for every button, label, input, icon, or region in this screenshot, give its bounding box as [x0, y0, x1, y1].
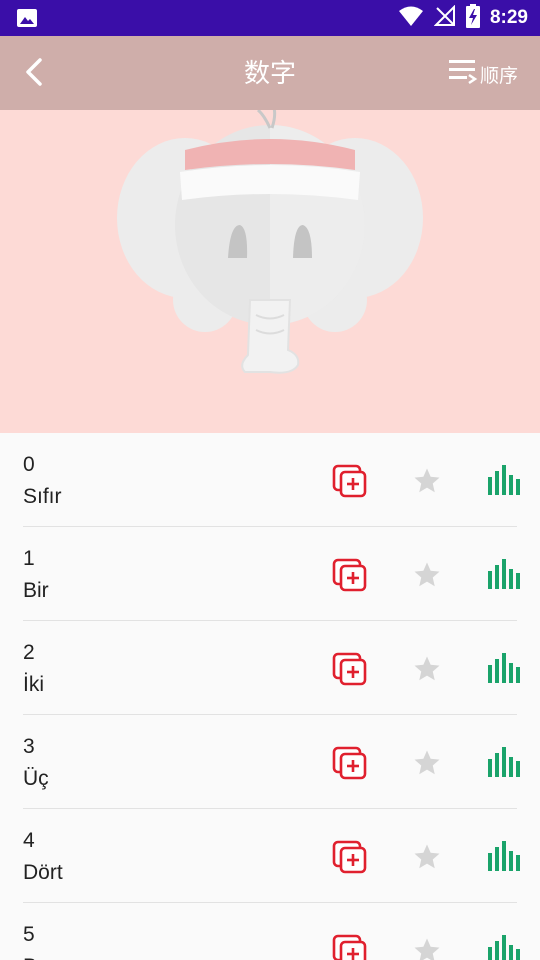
word-number: 5	[23, 923, 35, 946]
list-item[interactable]: 0 Sıfır	[0, 433, 540, 527]
sort-list-icon	[448, 57, 478, 91]
word-number: 3	[23, 735, 35, 758]
add-card-icon[interactable]	[330, 651, 370, 687]
word-number: 2	[23, 641, 35, 664]
word-text: Beş	[23, 955, 59, 960]
word-text: Bir	[23, 579, 49, 602]
star-icon[interactable]	[411, 654, 443, 684]
order-button[interactable]: 顺序	[448, 56, 518, 92]
list-item[interactable]: 2 İki	[0, 621, 540, 715]
back-button[interactable]	[14, 54, 54, 94]
word-text: Sıfır	[23, 485, 62, 508]
image-icon	[16, 8, 38, 28]
hero-banner	[0, 110, 540, 433]
stats-icon[interactable]	[486, 841, 520, 873]
app-bar: 数字 顺序	[0, 36, 540, 110]
status-time: 8:29	[489, 7, 528, 28]
stats-icon[interactable]	[486, 747, 520, 779]
list-item[interactable]: 1 Bir	[0, 527, 540, 621]
word-list: 0 Sıfır 1 Bir 2 İki 3 Üç 4 Dört 5	[0, 433, 540, 960]
star-icon[interactable]	[411, 560, 443, 590]
star-icon[interactable]	[411, 466, 443, 496]
stats-icon[interactable]	[486, 653, 520, 685]
no-signal-icon	[433, 4, 456, 32]
word-text: Üç	[23, 767, 49, 790]
word-text: Dört	[23, 861, 63, 884]
star-icon[interactable]	[411, 748, 443, 778]
battery-charging-icon	[465, 3, 480, 33]
add-card-icon[interactable]	[330, 933, 370, 960]
add-card-icon[interactable]	[330, 839, 370, 875]
word-number: 1	[23, 547, 35, 570]
add-card-icon[interactable]	[330, 557, 370, 593]
stats-icon[interactable]	[486, 559, 520, 591]
back-arrow-icon	[24, 57, 44, 92]
star-icon[interactable]	[411, 936, 443, 960]
add-card-icon[interactable]	[330, 745, 370, 781]
elephant-mascot	[117, 110, 423, 374]
word-text: İki	[23, 673, 44, 696]
status-bar: 8:29	[0, 0, 540, 36]
stats-icon[interactable]	[486, 935, 520, 960]
list-item[interactable]: 3 Üç	[0, 715, 540, 809]
star-icon[interactable]	[411, 842, 443, 872]
list-item[interactable]: 5 Beş	[0, 903, 540, 960]
order-label: 顺序	[479, 65, 518, 87]
add-card-icon[interactable]	[330, 463, 370, 499]
word-number: 0	[23, 453, 35, 476]
list-item[interactable]: 4 Dört	[0, 809, 540, 903]
wifi-icon	[398, 5, 424, 32]
stats-icon[interactable]	[486, 465, 520, 497]
word-number: 4	[23, 829, 35, 852]
